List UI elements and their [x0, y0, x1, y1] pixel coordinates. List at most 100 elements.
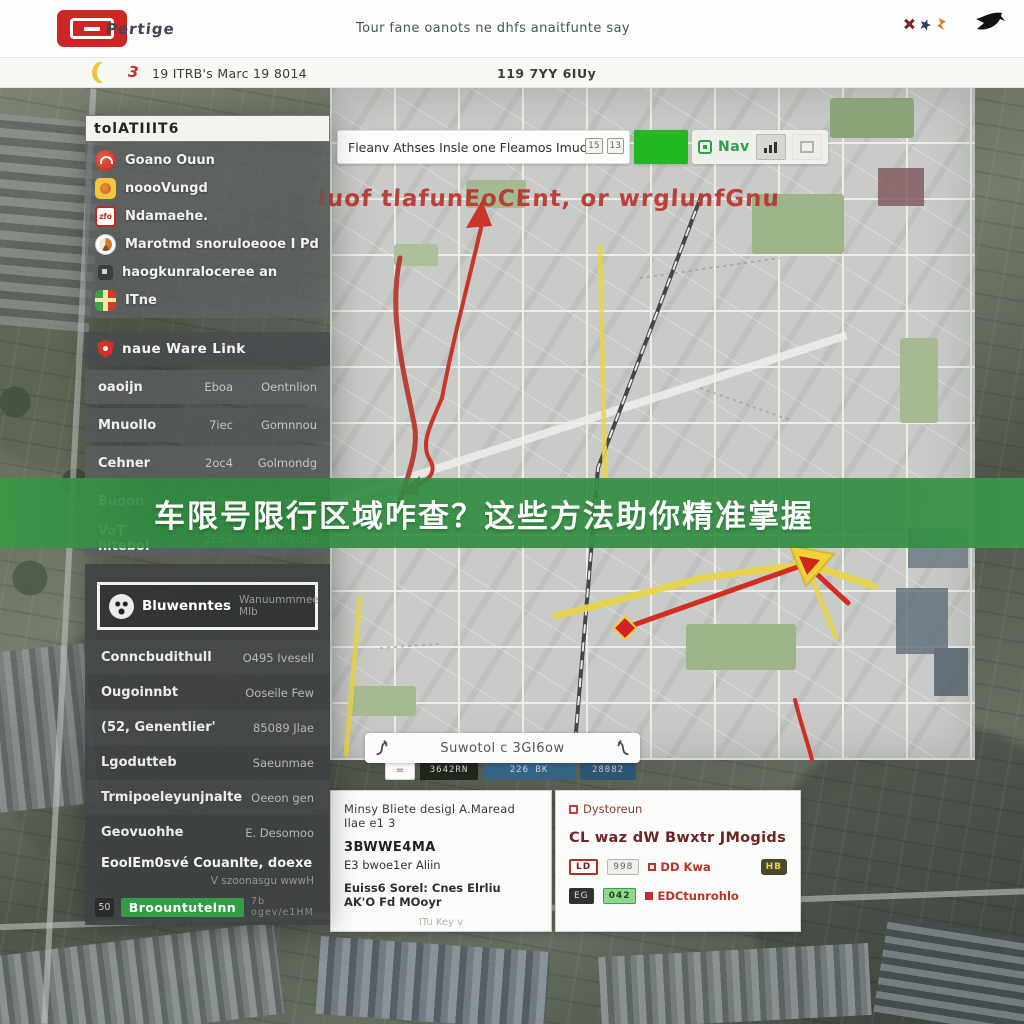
red-mark-icon: 3	[126, 63, 141, 82]
search-chip-2: 13	[607, 138, 624, 154]
headline-text: 车限号限行区域咋查？这些方法助你精准掌握	[154, 491, 814, 536]
top-header-bar: Pertige Tour fane oanots ne dhfs anaitfu…	[0, 0, 1024, 58]
sidebar-detail-panel: Bluwenntes Wanuummmee MIb Conncbudithull…	[85, 564, 330, 925]
search-go-button[interactable]	[634, 130, 688, 164]
panel-row-label: Lgodutteb	[101, 755, 253, 770]
legend-badge-hb: HB	[761, 859, 787, 875]
legend-heading: CL waz dW Bwxtr JMogids	[569, 830, 787, 846]
panel-row-label: Conncbudithull	[101, 650, 243, 665]
crescent-icon	[92, 62, 109, 83]
stat-value: Oentnlion	[233, 380, 317, 394]
legend-badge-042: 042	[603, 888, 637, 904]
card-footer-hint: ITu Key v	[344, 917, 538, 928]
footer-green-chip[interactable]: Broountutelnn	[121, 898, 244, 917]
legend-card-right: Dystoreun CL waz dW Bwxtr JMogids LD 998…	[555, 790, 801, 932]
panel-row-label: (52, Genentlier'	[101, 720, 253, 735]
panel-row-value: E. Desomoo	[245, 826, 314, 840]
spark-icon[interactable]	[937, 18, 946, 30]
menu-item-label: ITne	[125, 293, 157, 308]
sidebar-menu-item-4[interactable]: Marotmd snoruloeooe I Pdleb.	[85, 230, 330, 258]
sidebar-menu-item-6[interactable]: ITne	[85, 286, 330, 314]
stat-value: Golmondg	[233, 456, 317, 470]
route-curve-icon-right[interactable]	[612, 738, 632, 758]
layers-tool-button[interactable]	[792, 134, 822, 160]
card-line: AK'O Fd MOoyr	[344, 895, 538, 909]
map-toolbar: 15 13 Nav	[337, 130, 828, 164]
pie-circle-icon	[95, 234, 116, 255]
sidebar-menu-item-1[interactable]: Goano Ouun	[85, 146, 330, 174]
route-curve-icon-left[interactable]	[373, 738, 393, 758]
route-summary-text: Suwotol c 3GI6ow	[393, 741, 612, 756]
panel-row-value: Oeeon gen	[251, 791, 314, 805]
info-card-left: Minsy Bliete desigl A.Maread Ilae e1 3 3…	[330, 790, 552, 932]
panel-row-label: Ougoinnbt	[101, 685, 245, 700]
menu-item-label: haogkunraloceree an	[122, 265, 277, 280]
panel-note-secondary: V szoonasgu wwwH	[85, 871, 330, 893]
legend-row-2: EG 042 EDCtunrohlo	[569, 888, 787, 904]
panel-row[interactable]: Ougoinnbt Ooseile Few	[85, 675, 330, 710]
menu-item-label: noooVungd	[125, 181, 208, 196]
x-mark-icon[interactable]	[904, 19, 914, 29]
railway-line	[574, 194, 702, 756]
sidebar-menu-item-5[interactable]: haogkunraloceree an	[85, 258, 330, 286]
header-icon-cluster	[904, 18, 946, 30]
stats-row[interactable]: Mnuollo 7iec Gomnnou	[85, 408, 330, 442]
brand-name: Pertige	[105, 20, 167, 38]
zfo-badge-icon: zfo	[95, 206, 116, 227]
logo-dash-icon	[84, 27, 100, 31]
scale-toggle-button[interactable]: =	[385, 760, 415, 780]
legend-badge-eg: EG	[569, 888, 594, 904]
red-outline-square-icon	[648, 863, 656, 871]
nav-icon	[698, 140, 712, 154]
nav-button[interactable]: Nav	[718, 139, 750, 155]
legend-entry-red: DD Kwa	[648, 860, 710, 874]
legend-badge-ld: LD	[569, 859, 598, 875]
card-strong-line: 3BWWE4MA	[344, 840, 538, 855]
sidebar-menu-item-3[interactable]: zfo Ndamaehe.	[85, 202, 330, 230]
coordinate-status-row: = 3642RN 226 BK 28082	[385, 760, 636, 780]
red-filled-square-icon	[645, 892, 653, 900]
stat-value: Gomnnou	[233, 418, 317, 432]
panel-row[interactable]: Conncbudithull O495 Ivesell	[85, 640, 330, 675]
stats-row[interactable]: oaoijn Eboa Oentnlion	[85, 370, 330, 404]
panel-row-label: Geovuohhe	[101, 825, 245, 840]
legend-entry-text: EDCtunrohlo	[657, 889, 738, 903]
stat-value: 2oc4	[177, 456, 233, 470]
panel-row[interactable]: Lgodutteb Saeunmae	[85, 745, 330, 780]
panel-note: EoolEm0své Couanlte, doexe	[85, 850, 330, 871]
featured-value: Wanuummmee MIb	[239, 594, 319, 618]
legend-label-row: Dystoreun	[569, 802, 787, 816]
chart-tool-button[interactable]	[756, 134, 786, 160]
panel-footer: 50 Broountutelnn 7b ogev/e1HM	[85, 895, 330, 919]
panel-row-value: Ooseile Few	[245, 686, 314, 700]
stat-value: 7iec	[177, 418, 233, 432]
card-title: Minsy Bliete desigl A.Maread Ilae e1 3	[344, 802, 538, 830]
panel-row[interactable]: Geovuohhe E. Desomoo	[85, 815, 330, 850]
status-block-blue: 226 BK	[483, 760, 575, 780]
card-line: E3 bwoe1er Aliin	[344, 858, 538, 872]
stats-header-label: naue Ware Link	[122, 341, 246, 357]
sidebar-title: tolATIIIT6	[85, 115, 330, 142]
stats-row[interactable]: Cehner 2oc4 Golmondg	[85, 446, 330, 480]
legend-badge-998: 998	[607, 859, 639, 875]
header-tagline: Tour fane oanots ne dhfs anaitfunte say	[356, 21, 630, 36]
panel-row-value: O495 Ivesell	[243, 651, 314, 665]
menu-item-label: Ndamaehe.	[125, 209, 208, 224]
restriction-diamond-marker[interactable]	[614, 617, 637, 640]
sidebar-menu-item-2[interactable]: noooVungd	[85, 174, 330, 202]
yellow-rose-icon	[95, 178, 116, 199]
card-line: Euiss6 Sorel: Cnes Elrliu	[344, 881, 538, 895]
panel-row-value: Saeunmae	[253, 756, 314, 770]
legend-label: Dystoreun	[583, 802, 642, 816]
app-window: 15 13 Nav	[0, 0, 1024, 1024]
star-icon[interactable]	[918, 17, 932, 31]
bird-icon[interactable]	[972, 10, 1006, 40]
chart-icon	[763, 141, 779, 153]
panel-row[interactable]: Trmipoeleyunjnalte Oeeon gen	[85, 780, 330, 815]
layers-icon	[800, 141, 814, 153]
featured-label: Bluwenntes	[142, 598, 231, 614]
panel-row[interactable]: (52, Genentlier' 85089 Jlae	[85, 710, 330, 745]
red-orb-icon	[95, 150, 116, 171]
map-warning-label: luof tlafunEoCEnt, or wrglunfGnu	[317, 186, 780, 212]
featured-row[interactable]: Bluwenntes Wanuummmee MIb	[97, 582, 318, 630]
